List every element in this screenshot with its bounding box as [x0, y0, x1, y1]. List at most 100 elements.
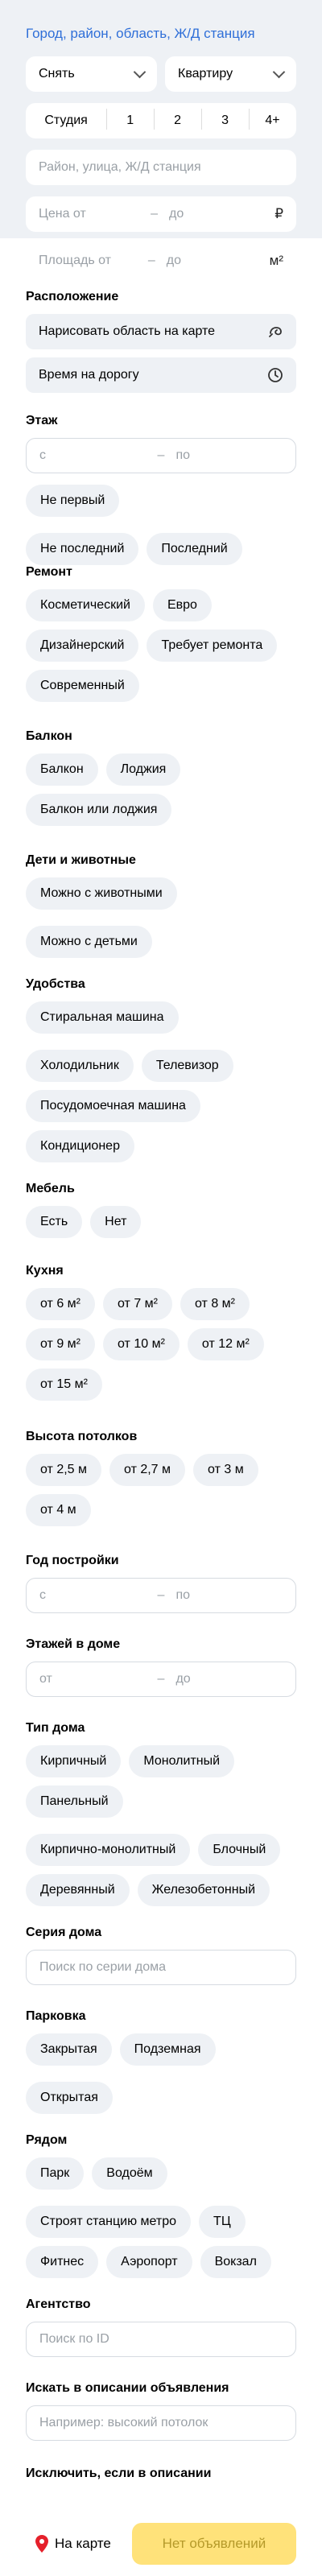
chip-parking-closed[interactable]: Закрытая [26, 2033, 112, 2066]
description-search-input[interactable]: Например: высокий потолок [26, 2405, 296, 2441]
chip-ceiling-2-5[interactable]: от 2,5 м [26, 1454, 102, 1486]
floors-total-section: Этажей в доме от – до [0, 1637, 322, 1697]
chip-parking-open[interactable]: Открытая [26, 2082, 113, 2114]
map-button[interactable]: На карте [26, 2523, 121, 2565]
floor-from-input[interactable]: с [39, 448, 147, 463]
chip-euro[interactable]: Евро [152, 589, 212, 621]
chip-kitchen-6[interactable]: от 6 м² [26, 1288, 95, 1320]
price-from-input[interactable]: Цена от [39, 207, 144, 221]
chip-kitchen-15[interactable]: от 15 м² [26, 1368, 102, 1401]
chip-brick[interactable]: Кирпичный [26, 1745, 122, 1777]
floors-total-title: Этажей в доме [26, 1637, 121, 1651]
room-option-studio[interactable]: Студия [26, 114, 106, 128]
chip-kitchen-12[interactable]: от 12 м² [187, 1328, 264, 1360]
chip-panel[interactable]: Панельный [26, 1785, 123, 1818]
kids-pets-chips: Можно с животными Можно с детьми [26, 877, 296, 958]
chip-not-first[interactable]: Не первый [26, 485, 120, 517]
chip-furniture-no[interactable]: Нет [90, 1206, 142, 1238]
year-from-input[interactable]: с [39, 1588, 147, 1603]
ceiling-section: Высота потолков от 2,5 м от 2,7 м от 3 м… [0, 1430, 322, 1526]
chip-station[interactable]: Вокзал [200, 2246, 271, 2278]
chip-needs-repair[interactable]: Требует ремонта [147, 630, 278, 662]
area-to-input[interactable]: до [167, 254, 270, 268]
chip-brick-monolith[interactable]: Кирпично-монолитный [26, 1834, 191, 1866]
agency-title: Агентство [26, 2297, 91, 2311]
series-search-input[interactable]: Поиск по серии дома [26, 1950, 296, 1985]
amenities-section: Удобства Стиральная машина Холодильник Т… [0, 977, 322, 1162]
chip-not-last[interactable]: Не последний [26, 533, 139, 565]
room-option-1[interactable]: 1 [106, 109, 154, 130]
furniture-chips: Есть Нет [26, 1206, 296, 1238]
amenities-chips: Стиральная машина Холодильник Телевизор … [26, 1001, 296, 1162]
rooms-selector: Студия 1 2 3 4+ [26, 103, 296, 138]
room-option-3[interactable]: 3 [201, 109, 249, 130]
chip-ceiling-3[interactable]: от 3 м [193, 1454, 258, 1486]
room-option-2[interactable]: 2 [154, 109, 201, 130]
chip-mall[interactable]: ТЦ [199, 2206, 246, 2238]
chip-pets-allowed[interactable]: Можно с животными [26, 877, 177, 910]
chip-modern[interactable]: Современный [26, 670, 139, 702]
chip-airport[interactable]: Аэропорт [106, 2246, 192, 2278]
chip-ceiling-2-7[interactable]: от 2,7 м [109, 1454, 186, 1486]
deal-type-value: Снять [39, 67, 75, 80]
price-unit: ₽ [275, 206, 284, 221]
chip-kids-allowed[interactable]: Можно с детьми [26, 926, 152, 958]
city-link[interactable]: Город, район, область, Ж/Д станция [26, 23, 296, 45]
area-unit: м² [269, 253, 284, 268]
chip-block[interactable]: Блочный [198, 1834, 281, 1866]
chip-monolith[interactable]: Монолитный [129, 1745, 235, 1777]
chip-furniture-yes[interactable]: Есть [26, 1206, 83, 1238]
chip-balcony[interactable]: Балкон [26, 753, 98, 786]
range-dash: – [157, 1588, 165, 1602]
chip-air-conditioner[interactable]: Кондиционер [26, 1130, 134, 1162]
chip-kitchen-9[interactable]: от 9 м² [26, 1328, 95, 1360]
chip-tv[interactable]: Телевизор [141, 1050, 233, 1082]
room-option-4plus[interactable]: 4+ [249, 109, 296, 130]
property-type-select[interactable]: Квартиру [165, 56, 296, 92]
nearby-section: Рядом Парк Водоём Строят станцию метро Т… [0, 2133, 322, 2278]
balcony-title: Балкон [26, 729, 72, 743]
chip-cosmetic[interactable]: Косметический [26, 589, 145, 621]
area-from-input[interactable]: Площадь от [39, 254, 142, 268]
draw-area-icon [269, 327, 282, 337]
furniture-title: Мебель [26, 1182, 75, 1195]
show-results-button[interactable]: Нет объявлений [131, 2523, 296, 2565]
floor-to-input[interactable]: по [175, 448, 283, 463]
chip-designer[interactable]: Дизайнерский [26, 630, 139, 662]
repair-section: Ремонт Косметический Евро Дизайнерский Т… [0, 565, 322, 702]
chip-water[interactable]: Водоём [92, 2157, 167, 2190]
search-header-panel: Город, район, область, Ж/Д станция Снять… [0, 0, 322, 279]
draw-area-button[interactable]: Нарисовать область на карте [26, 314, 296, 349]
exclude-title: Исключить, если в описании [26, 2467, 212, 2480]
chip-washing-machine[interactable]: Стиральная машина [26, 1001, 179, 1034]
chip-kitchen-8[interactable]: от 8 м² [180, 1288, 250, 1320]
range-dash: – [147, 254, 155, 267]
chip-parking-underground[interactable]: Подземная [119, 2033, 216, 2066]
address-input[interactable]: Район, улица, Ж/Д станция [26, 150, 296, 185]
chip-ceiling-4[interactable]: от 4 м [26, 1494, 91, 1526]
chip-balcony-or-loggia[interactable]: Балкон или лоджия [26, 794, 172, 826]
agency-id-input[interactable]: Поиск по ID [26, 2322, 296, 2357]
chip-dishwasher[interactable]: Посудомоечная машина [26, 1090, 200, 1122]
parking-chips: Закрытая Подземная Открытая [26, 2033, 296, 2114]
price-to-input[interactable]: до [169, 207, 275, 221]
chip-fitness[interactable]: Фитнес [26, 2246, 99, 2278]
chip-park[interactable]: Парк [26, 2157, 85, 2190]
commute-time-button[interactable]: Время на дорогу [26, 357, 296, 393]
chip-reinforced-concrete[interactable]: Железобетонный [137, 1874, 270, 1906]
year-section: Год постройки с – по [0, 1554, 322, 1613]
area-range: Площадь от – до м² [26, 243, 296, 279]
year-to-input[interactable]: по [175, 1588, 283, 1603]
chip-kitchen-7[interactable]: от 7 м² [103, 1288, 172, 1320]
floors-total-from-input[interactable]: от [39, 1672, 147, 1686]
chip-metro-construction[interactable]: Строят станцию метро [26, 2206, 192, 2238]
deal-type-select[interactable]: Снять [26, 56, 157, 92]
chip-kitchen-10[interactable]: от 10 м² [103, 1328, 180, 1360]
price-range: Цена от – до ₽ [26, 196, 296, 232]
chip-loggia[interactable]: Лоджия [105, 753, 181, 786]
nearby-chips: Парк Водоём Строят станцию метро ТЦ Фитн… [26, 2157, 296, 2278]
floors-total-to-input[interactable]: до [175, 1672, 283, 1686]
chip-wooden[interactable]: Деревянный [26, 1874, 130, 1906]
chip-fridge[interactable]: Холодильник [26, 1050, 134, 1082]
chip-last[interactable]: Последний [147, 533, 242, 565]
